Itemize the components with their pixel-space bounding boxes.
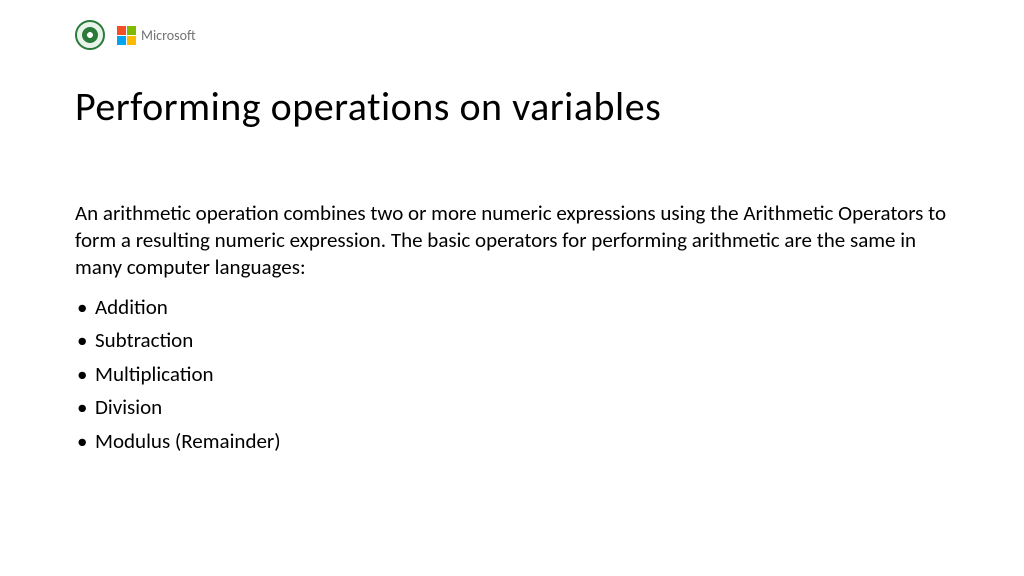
- slide-body: An arithmetic operation combines two or …: [75, 200, 949, 459]
- list-item: Multiplication: [75, 358, 949, 392]
- microsoft-squares-icon: [117, 26, 136, 45]
- microsoft-label: Microsoft: [141, 27, 196, 44]
- header-logos: Microsoft: [75, 20, 196, 50]
- list-item: Subtraction: [75, 324, 949, 358]
- list-item: Modulus (Remainder): [75, 425, 949, 459]
- slide-title: Performing operations on variables: [75, 82, 661, 131]
- operators-list: Addition Subtraction Multiplication Divi…: [75, 291, 949, 459]
- list-item: Addition: [75, 291, 949, 325]
- list-item: Division: [75, 391, 949, 425]
- intro-paragraph: An arithmetic operation combines two or …: [75, 200, 949, 281]
- institution-seal-icon: [75, 20, 105, 50]
- microsoft-logo: Microsoft: [117, 26, 196, 45]
